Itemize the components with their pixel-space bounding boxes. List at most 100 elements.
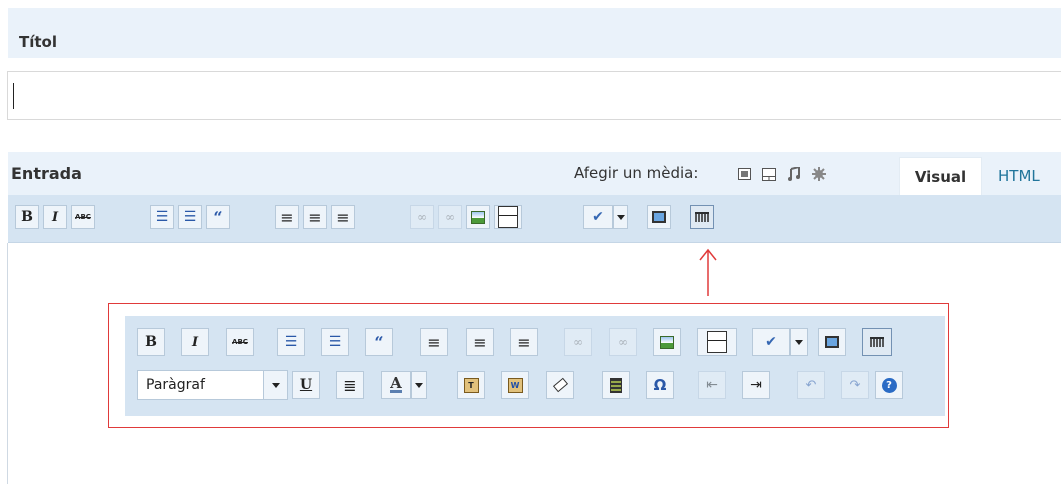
help-button[interactable]: ? [875,371,903,399]
title-input[interactable] [7,71,1061,120]
align-left-button[interactable]: ≡ [420,328,448,356]
spellcheck-icon: ✔ [592,209,604,225]
red-annotation-arrow [699,248,717,296]
bullet-list-icon: ☰ [284,334,298,350]
special-char-button[interactable]: Ω [646,371,674,399]
add-media-icon[interactable] [811,166,827,182]
text-caret [13,83,14,109]
blockquote-icon: “ [374,332,384,352]
underline-button[interactable]: U [292,371,320,399]
indent-button[interactable]: ⇥ [742,371,770,399]
insert-more-button[interactable] [697,328,737,356]
insert-link-button[interactable]: ∞ [410,205,434,229]
align-left-icon: ≡ [427,332,441,352]
align-left-button[interactable]: ≡ [275,205,299,229]
text-color-button[interactable]: A [381,371,411,399]
dropdown-arrow-icon [415,382,423,388]
add-image-icon[interactable] [736,166,752,182]
fullscreen-icon [825,336,839,348]
unlink-icon: ∞ [618,335,628,349]
insert-image-button[interactable] [466,205,490,229]
insert-more-button[interactable] [494,205,522,229]
title-section-header: Títol [8,8,1061,58]
strikethrough-button[interactable]: ABC [226,328,254,356]
underline-icon: U [299,377,313,393]
fullscreen-button[interactable] [647,205,671,229]
kitchen-sink-button[interactable] [862,328,892,356]
redo-button[interactable]: ↷ [841,371,869,399]
add-audio-icon[interactable] [786,166,802,182]
eraser-icon [552,377,568,393]
insert-media-button[interactable] [602,371,630,399]
bold-button[interactable]: B [137,328,165,356]
help-icon: ? [881,377,897,393]
redo-icon: ↷ [849,377,861,393]
entry-label: Entrada [11,164,82,183]
italic-button[interactable]: I [181,328,209,356]
align-right-button[interactable]: ≡ [331,205,355,229]
spellcheck-button[interactable]: ✔ [752,328,790,356]
add-media-label: Afegir un mèdia: [574,164,699,182]
remove-link-button[interactable]: ∞ [609,328,637,356]
strikethrough-icon: ABC [75,213,91,221]
kitchen-sink-button[interactable] [690,205,714,229]
italic-button[interactable]: I [43,205,67,229]
align-center-icon: ≡ [308,207,322,227]
outdent-button[interactable]: ⇤ [698,371,726,399]
format-select[interactable]: Paràgraf [137,370,288,400]
remove-format-button[interactable] [546,371,574,399]
align-center-button[interactable]: ≡ [466,328,494,356]
justify-button[interactable]: ≣ [336,371,364,399]
align-right-button[interactable]: ≡ [510,328,538,356]
more-tag-icon [707,331,727,353]
undo-icon: ↶ [805,377,817,393]
align-center-button[interactable]: ≡ [303,205,327,229]
format-select-arrow[interactable] [263,371,287,399]
unlink-icon: ∞ [445,210,455,224]
paste-word-icon: W [507,377,523,393]
bold-button[interactable]: B [15,205,39,229]
spellcheck-dropdown[interactable] [790,328,808,356]
blockquote-button[interactable]: “ [365,328,393,356]
numbered-list-icon: ☰ [183,209,197,225]
undo-button[interactable]: ↶ [797,371,825,399]
italic-icon: I [191,334,199,350]
blockquote-icon: “ [213,207,223,227]
bullet-list-button[interactable]: ☰ [150,205,174,229]
image-icon [471,210,485,224]
paste-text-button[interactable]: T [457,371,485,399]
dropdown-arrow-icon [271,382,280,388]
paste-word-button[interactable]: W [501,371,529,399]
fullscreen-icon [652,211,666,223]
blockquote-button[interactable]: “ [206,205,230,229]
remove-link-button[interactable]: ∞ [438,205,462,229]
bullet-list-icon: ☰ [155,209,169,225]
bold-icon: B [145,334,157,350]
spellcheck-icon: ✔ [765,334,777,350]
kitchen-sink-icon [695,212,709,222]
text-color-dropdown[interactable] [411,371,427,399]
strikethrough-button[interactable]: ABC [71,205,95,229]
dropdown-arrow-icon [616,214,625,220]
italic-icon: I [51,209,59,225]
align-right-icon: ≡ [336,207,350,227]
insert-link-button[interactable]: ∞ [564,328,592,356]
bullet-list-button[interactable]: ☰ [277,328,305,356]
numbered-list-button[interactable]: ☰ [178,205,202,229]
insert-image-button[interactable] [653,328,681,356]
spellcheck-button[interactable]: ✔ [583,205,613,229]
text-color-icon: A [390,374,402,393]
entry-section-header: Entrada Afegir un mèdia: Visual HTML [8,152,1061,195]
align-right-icon: ≡ [517,332,531,352]
link-icon: ∞ [417,210,427,224]
fullscreen-button[interactable] [818,328,846,356]
media-icons [736,164,827,184]
numbered-list-button[interactable]: ☰ [321,328,349,356]
align-left-icon: ≡ [280,207,294,227]
indent-icon: ⇥ [750,377,762,393]
spellcheck-dropdown[interactable] [613,205,628,229]
tab-html[interactable]: HTML [998,157,1040,195]
strikethrough-icon: ABC [232,338,248,346]
add-video-icon[interactable] [761,166,777,182]
tab-visual[interactable]: Visual [899,157,982,195]
